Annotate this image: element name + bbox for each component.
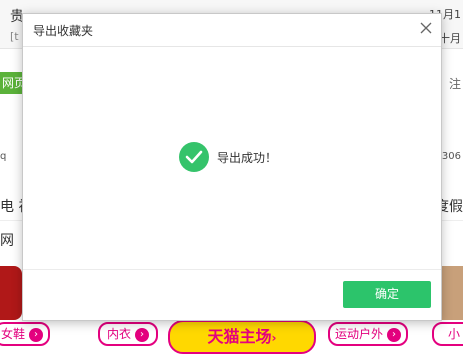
- product-image: [0, 266, 22, 320]
- promo-pill-shoes[interactable]: 女鞋 ›: [0, 322, 50, 346]
- dialog-title: 导出收藏夹: [33, 24, 94, 38]
- dialog-header: 导出收藏夹: [23, 14, 441, 47]
- bg-hot-left: q: [0, 151, 7, 162]
- arrow-right-icon: ›: [29, 327, 43, 342]
- promo-pill-underwear[interactable]: 内衣 ›: [98, 322, 158, 346]
- bg-hot-right: 306: [441, 151, 461, 162]
- background-promo-bar: 女鞋 › 内衣 › 天猫主场› 运动户外 › 小: [0, 318, 463, 354]
- bg-city-sub: [t: [10, 30, 19, 43]
- promo-pill-right[interactable]: 小: [432, 322, 463, 346]
- arrow-right-icon: ›: [387, 327, 401, 342]
- success-message: 导出成功！: [179, 141, 277, 173]
- success-text: 导出成功！: [217, 150, 278, 165]
- promo-tmall-button[interactable]: 天猫主场›: [168, 320, 316, 354]
- bg-date-sub: 十月: [439, 32, 461, 45]
- export-favorites-dialog: 导出收藏夹 导出成功！ 确定: [22, 13, 442, 321]
- close-icon[interactable]: [415, 18, 437, 40]
- promo-pill-outdoor[interactable]: 运动户外 ›: [328, 322, 408, 346]
- bg-net-label: 网: [0, 233, 14, 249]
- arrow-right-icon: ›: [271, 331, 277, 345]
- product-image: [441, 266, 463, 320]
- bg-right-text: 注: [448, 77, 461, 91]
- dialog-footer: 确定: [23, 269, 441, 320]
- dialog-body: 导出成功！: [23, 47, 441, 269]
- arrow-right-icon: ›: [135, 327, 149, 342]
- confirm-button[interactable]: 确定: [343, 281, 431, 308]
- check-circle-icon: [179, 142, 209, 172]
